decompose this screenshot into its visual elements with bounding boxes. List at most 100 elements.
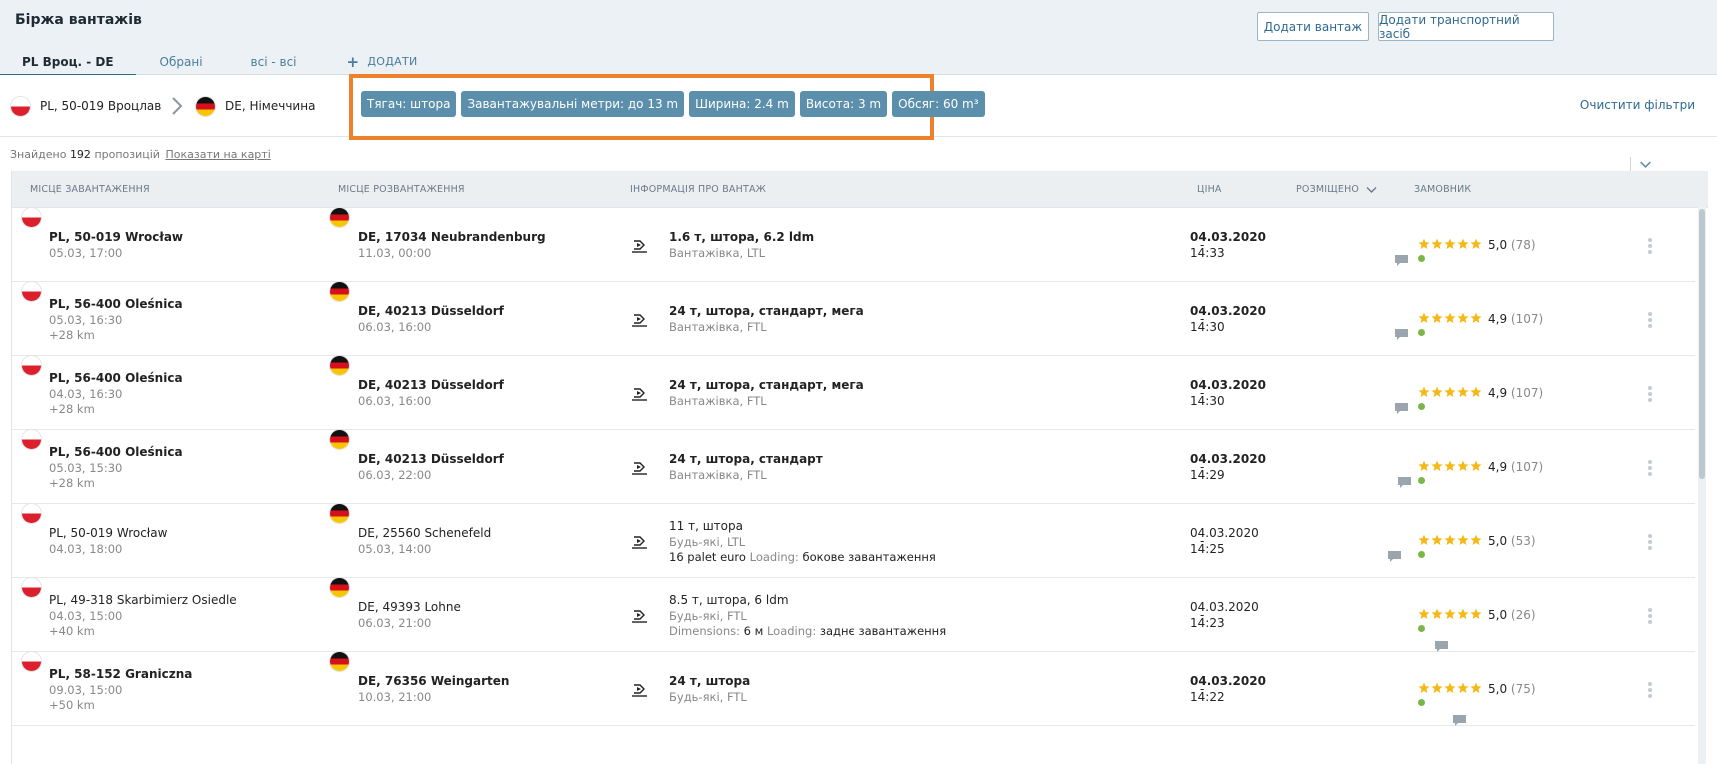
star-icon bbox=[1418, 534, 1430, 545]
rating-value: 5,0 bbox=[1488, 534, 1508, 548]
review-count: (107) bbox=[1510, 312, 1544, 326]
star-icon bbox=[1457, 238, 1469, 249]
row-actions-kebab-icon[interactable] bbox=[1647, 238, 1653, 256]
review-count: (26) bbox=[1510, 608, 1536, 622]
loading-place: PL, 56-400 Oleśnica bbox=[49, 297, 183, 311]
germany-flag-icon bbox=[330, 652, 349, 671]
chat-bubble-icon[interactable] bbox=[1394, 328, 1409, 341]
rating-value: 4,9 bbox=[1488, 312, 1508, 326]
filter-chip-volume[interactable]: Обсяг: 60 m³ bbox=[892, 91, 985, 117]
posted-date: 04.03.2020 bbox=[1190, 304, 1266, 318]
filter-chip-tractor[interactable]: Тягач: штора bbox=[361, 91, 457, 117]
cargo-loading-label: Loading: bbox=[766, 624, 817, 638]
clear-filters-link[interactable]: Очистити фільтри bbox=[1580, 98, 1695, 112]
customer-rating[interactable]: 4,9 (107) bbox=[1488, 460, 1543, 474]
page-title: Біржа вантажів bbox=[15, 12, 142, 28]
row-actions-kebab-icon[interactable] bbox=[1647, 460, 1653, 478]
germany-flag-icon bbox=[330, 208, 349, 227]
star-icon bbox=[1444, 534, 1456, 545]
loading-date: 09.03, 15:00 bbox=[49, 683, 123, 697]
cargo-loading-value: бокове завантаження bbox=[802, 550, 936, 564]
germany-flag-icon bbox=[330, 356, 349, 375]
customer-rating[interactable]: 4,9 (107) bbox=[1488, 312, 1543, 326]
star-icon bbox=[1431, 312, 1443, 323]
tab-pl-wroclaw-de[interactable]: PL Вроц. - DE bbox=[0, 48, 136, 76]
star-icon bbox=[1457, 682, 1469, 693]
star-icon bbox=[1431, 386, 1443, 397]
posted-date: 04.03.2020 bbox=[1190, 230, 1266, 244]
column-posted[interactable]: РОЗМІЩЕНО bbox=[1296, 184, 1377, 195]
loading-date: 04.03, 18:00 bbox=[49, 542, 123, 556]
table-row[interactable]: PL, 50-019 Wrocław 04.03, 18:00 DE, 2556… bbox=[12, 504, 1695, 578]
add-vehicle-button[interactable]: Додати транспортний засіб bbox=[1378, 12, 1554, 41]
table-row[interactable]: PL, 56-400 Oleśnica 04.03, 16:30 +28 km … bbox=[12, 356, 1695, 430]
row-actions-kebab-icon[interactable] bbox=[1647, 608, 1653, 626]
column-cargo: ІНФОРМАЦІЯ ПРО ВАНТАЖ bbox=[630, 184, 767, 195]
review-count: (78) bbox=[1510, 238, 1536, 252]
filter-chip-height[interactable]: Висота: 3 m bbox=[799, 91, 888, 117]
review-count: (107) bbox=[1510, 386, 1544, 400]
loading-distance: +50 km bbox=[49, 698, 95, 712]
loading-place: PL, 50-019 Wrocław bbox=[49, 526, 168, 540]
loading-date: 05.03, 17:00 bbox=[49, 246, 123, 260]
table-row[interactable]: PL, 58-152 Graniczna 09.03, 15:00 +50 km… bbox=[12, 652, 1695, 726]
posted-time: 14:29 bbox=[1190, 468, 1225, 482]
customer-rating[interactable]: 5,0 (78) bbox=[1488, 238, 1536, 252]
posted-time: 14:22 bbox=[1190, 690, 1225, 704]
customer-rating[interactable]: 4,9 (107) bbox=[1488, 386, 1543, 400]
chat-bubble-icon[interactable] bbox=[1397, 476, 1412, 489]
posted-date: 04.03.2020 bbox=[1190, 600, 1259, 614]
online-status-dot bbox=[1418, 551, 1425, 558]
row-actions-kebab-icon[interactable] bbox=[1647, 386, 1653, 404]
show-on-map-link[interactable]: Показати на карті bbox=[165, 148, 270, 161]
cargo-details: 16 palet euro Loading: бокове завантажен… bbox=[669, 550, 936, 564]
table-row[interactable]: PL, 49-318 Skarbimierz Osiedle 04.03, 15… bbox=[12, 578, 1695, 652]
scrollbar-thumb[interactable] bbox=[1699, 209, 1705, 479]
origin-filter[interactable]: PL, 50-019 Вроцлав bbox=[11, 75, 161, 137]
unloading-place: DE, 40213 Düsseldorf bbox=[358, 452, 504, 466]
filter-chip-width[interactable]: Ширина: 2.4 m bbox=[689, 91, 795, 117]
table-row[interactable]: PL, 56-400 Oleśnica 05.03, 16:30 +28 km … bbox=[12, 282, 1695, 356]
germany-flag-icon bbox=[196, 96, 215, 116]
plus-icon: + bbox=[346, 52, 360, 71]
poland-flag-icon bbox=[22, 578, 41, 597]
tab-favorites[interactable]: Обрані bbox=[136, 48, 227, 75]
chat-bubble-icon[interactable] bbox=[1387, 550, 1402, 563]
cargo-loading-label: Loading: bbox=[749, 550, 799, 564]
filter-chip-loading-meters[interactable]: Завантажувальні метри: до 13 m bbox=[461, 91, 685, 117]
row-actions-kebab-icon[interactable] bbox=[1647, 534, 1653, 552]
star-icon bbox=[1431, 534, 1443, 545]
add-tab-label: ДОДАТИ bbox=[367, 55, 418, 68]
chat-bubble-icon[interactable] bbox=[1394, 402, 1409, 415]
table-row[interactable]: PL, 50-019 Wrocław 05.03, 17:00 DE, 1703… bbox=[12, 208, 1695, 282]
posted-time: 14:30 bbox=[1190, 394, 1225, 408]
add-freight-button[interactable]: Додати вантаж bbox=[1257, 12, 1369, 41]
loading-date: 04.03, 15:00 bbox=[49, 609, 123, 623]
customer-rating[interactable]: 5,0 (26) bbox=[1488, 608, 1536, 622]
loading-date: 05.03, 15:30 bbox=[49, 461, 123, 475]
add-tab-button[interactable]: + ДОДАТИ bbox=[321, 48, 444, 75]
table-header: МІСЦЕ ЗАВАНТАЖЕННЯ МІСЦЕ РОЗВАНТАЖЕННЯ І… bbox=[12, 171, 1708, 208]
posted-date: 04.03.2020 bbox=[1190, 452, 1266, 466]
unloading-place: DE, 49393 Lohne bbox=[358, 600, 461, 614]
customer-rating[interactable]: 5,0 (75) bbox=[1488, 682, 1536, 696]
star-icon bbox=[1457, 386, 1469, 397]
star-icon bbox=[1470, 312, 1482, 323]
row-actions-kebab-icon[interactable] bbox=[1647, 682, 1653, 700]
germany-flag-icon bbox=[330, 430, 349, 449]
table-row[interactable]: PL, 56-400 Oleśnica 05.03, 15:30 +28 km … bbox=[12, 430, 1695, 504]
review-count: (53) bbox=[1510, 534, 1536, 548]
rating-stars bbox=[1418, 682, 1482, 694]
tab-all-all[interactable]: всі - всі bbox=[227, 48, 321, 75]
loading-distance: +28 km bbox=[49, 476, 95, 490]
online-status-dot bbox=[1418, 477, 1425, 484]
chat-bubble-icon[interactable] bbox=[1452, 714, 1467, 727]
destination-filter[interactable]: DE, Німеччина bbox=[196, 75, 315, 137]
posted-date: 04.03.2020 bbox=[1190, 526, 1259, 540]
row-actions-kebab-icon[interactable] bbox=[1647, 312, 1653, 330]
column-price[interactable]: ЦІНА bbox=[1197, 184, 1222, 195]
customer-rating[interactable]: 5,0 (53) bbox=[1488, 534, 1536, 548]
star-icon bbox=[1470, 682, 1482, 693]
cargo-vehicle-type: Вантажівка, FTL bbox=[669, 320, 767, 334]
chat-bubble-icon[interactable] bbox=[1394, 254, 1409, 267]
